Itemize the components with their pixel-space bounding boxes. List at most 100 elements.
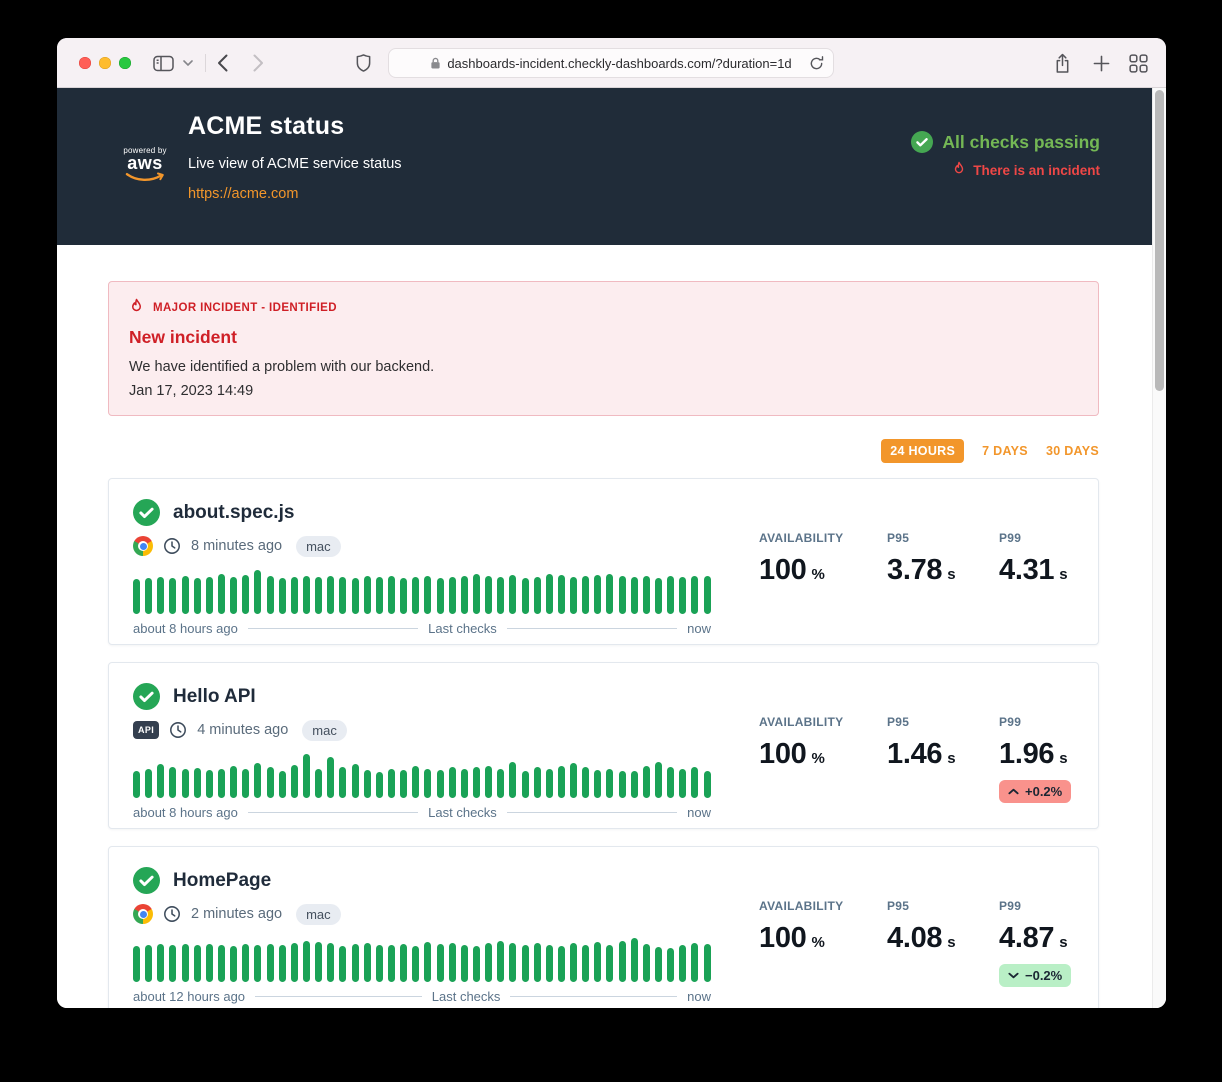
check-result-bar[interactable]: [485, 766, 492, 798]
check-result-bar[interactable]: [206, 577, 213, 614]
check-result-bar[interactable]: [327, 576, 334, 614]
check-result-bar[interactable]: [485, 576, 492, 614]
check-result-bar[interactable]: [388, 769, 395, 798]
check-result-bar[interactable]: [473, 574, 480, 614]
check-result-bar[interactable]: [145, 578, 152, 614]
window-close-button[interactable]: [79, 57, 91, 69]
check-result-bar[interactable]: [242, 575, 249, 614]
check-result-bar[interactable]: [364, 943, 371, 982]
check-result-bar[interactable]: [376, 945, 383, 982]
check-result-bar[interactable]: [485, 943, 492, 982]
check-result-bar[interactable]: [546, 945, 553, 982]
window-minimize-button[interactable]: [99, 57, 111, 69]
window-zoom-button[interactable]: [119, 57, 131, 69]
check-result-bar[interactable]: [497, 577, 504, 614]
privacy-shield-icon[interactable]: [355, 38, 372, 88]
check-result-bar[interactable]: [704, 771, 711, 798]
check-result-bar[interactable]: [667, 576, 674, 614]
check-result-bar[interactable]: [704, 944, 711, 982]
check-result-bar[interactable]: [291, 765, 298, 798]
check-result-bar[interactable]: [558, 946, 565, 982]
check-result-bar[interactable]: [534, 577, 541, 614]
check-result-bar[interactable]: [169, 578, 176, 614]
check-result-bar[interactable]: [619, 941, 626, 982]
check-result-bar[interactable]: [267, 767, 274, 798]
check-result-bar[interactable]: [352, 578, 359, 614]
share-icon[interactable]: [1054, 38, 1071, 88]
check-result-bar[interactable]: [619, 771, 626, 798]
check-result-bar[interactable]: [606, 769, 613, 798]
check-result-bar[interactable]: [157, 764, 164, 798]
check-result-bar[interactable]: [570, 577, 577, 614]
check-result-bar[interactable]: [339, 767, 346, 798]
check-result-bar[interactable]: [206, 770, 213, 798]
check-result-bar[interactable]: [655, 947, 662, 982]
check-result-bar[interactable]: [691, 767, 698, 798]
check-result-bar[interactable]: [218, 769, 225, 798]
check-result-bar[interactable]: [449, 767, 456, 798]
check-result-bar[interactable]: [509, 762, 516, 798]
check-result-bar[interactable]: [327, 943, 334, 982]
check-result-bar[interactable]: [169, 945, 176, 982]
check-result-bar[interactable]: [582, 576, 589, 614]
check-result-bar[interactable]: [619, 576, 626, 614]
check-result-bar[interactable]: [424, 769, 431, 798]
check-result-bar[interactable]: [558, 575, 565, 614]
check-result-bar[interactable]: [473, 767, 480, 798]
check-result-bar[interactable]: [303, 941, 310, 982]
check-result-bar[interactable]: [230, 946, 237, 982]
acme-link[interactable]: https://acme.com: [188, 186, 298, 202]
check-result-bar[interactable]: [437, 770, 444, 798]
check-result-bar[interactable]: [643, 766, 650, 798]
check-result-bar[interactable]: [606, 945, 613, 982]
check-result-bar[interactable]: [546, 769, 553, 798]
check-result-bar[interactable]: [157, 577, 164, 614]
check-result-bar[interactable]: [412, 766, 419, 798]
check-result-bar[interactable]: [218, 574, 225, 614]
check-result-bar[interactable]: [169, 767, 176, 798]
check-history-chart[interactable]: [133, 570, 711, 614]
check-result-bar[interactable]: [679, 769, 686, 798]
check-result-bar[interactable]: [691, 576, 698, 614]
address-bar[interactable]: dashboards-incident.checkly-dashboards.c…: [388, 48, 834, 78]
range-24-hours-button[interactable]: 24 HOURS: [881, 439, 964, 463]
check-result-bar[interactable]: [352, 944, 359, 982]
check-result-bar[interactable]: [388, 576, 395, 614]
check-result-bar[interactable]: [522, 578, 529, 614]
check-result-bar[interactable]: [194, 578, 201, 614]
check-result-bar[interactable]: [157, 944, 164, 982]
check-result-bar[interactable]: [182, 769, 189, 798]
check-result-bar[interactable]: [522, 945, 529, 982]
check-result-bar[interactable]: [412, 946, 419, 982]
check-result-bar[interactable]: [534, 767, 541, 798]
check-result-bar[interactable]: [594, 575, 601, 614]
check-result-bar[interactable]: [667, 767, 674, 798]
check-result-bar[interactable]: [279, 771, 286, 798]
check-result-bar[interactable]: [242, 769, 249, 798]
check-result-bar[interactable]: [279, 945, 286, 982]
check-result-bar[interactable]: [691, 943, 698, 982]
check-result-bar[interactable]: [133, 579, 140, 614]
check-result-bar[interactable]: [594, 942, 601, 982]
check-result-bar[interactable]: [279, 578, 286, 614]
range-7-days-button[interactable]: 7 DAYS: [982, 439, 1028, 463]
check-result-bar[interactable]: [376, 577, 383, 614]
check-result-bar[interactable]: [254, 570, 261, 614]
check-result-bar[interactable]: [594, 770, 601, 798]
check-result-bar[interactable]: [631, 771, 638, 798]
check-result-bar[interactable]: [449, 577, 456, 614]
check-result-bar[interactable]: [254, 945, 261, 982]
check-result-bar[interactable]: [230, 766, 237, 798]
check-result-bar[interactable]: [352, 764, 359, 798]
range-30-days-button[interactable]: 30 DAYS: [1046, 439, 1099, 463]
check-result-bar[interactable]: [267, 576, 274, 614]
check-result-bar[interactable]: [388, 945, 395, 982]
check-result-bar[interactable]: [339, 946, 346, 982]
check-result-bar[interactable]: [291, 577, 298, 614]
check-result-bar[interactable]: [558, 766, 565, 798]
new-tab-icon[interactable]: [1093, 38, 1110, 88]
check-result-bar[interactable]: [254, 763, 261, 798]
reload-icon[interactable]: [809, 55, 824, 75]
check-result-bar[interactable]: [218, 945, 225, 982]
status-incident-text[interactable]: There is an incident: [973, 163, 1100, 178]
